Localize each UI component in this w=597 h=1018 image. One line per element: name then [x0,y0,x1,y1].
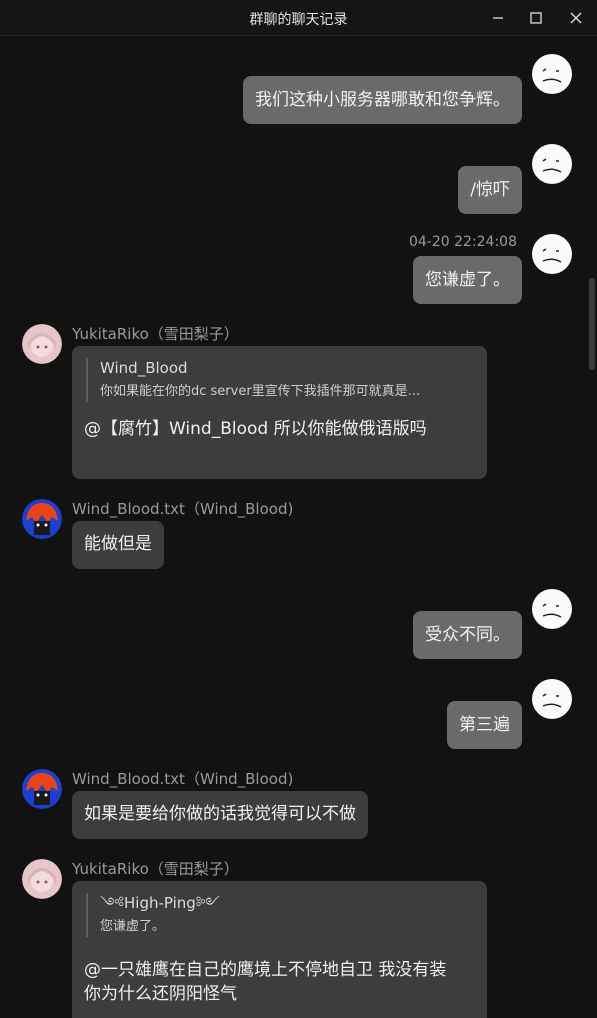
sender-name: Wind_Blood.txt（Wind_Blood) [72,770,294,788]
message-bubble-other[interactable]: 能做但是 [72,521,164,569]
message-bubble-self[interactable]: 第三遍 [447,701,522,749]
message-bubble-self[interactable]: 我们这种小服务器哪敢和您争辉。 [243,76,522,124]
self-avatar[interactable] [532,144,572,184]
message-text: /惊吓 [470,180,510,200]
message-text: 受众不同。 [425,625,510,645]
quoted-message[interactable]: Wind_Blood 你如果能在你的dc server里宣传下我插件那可就真是.… [86,358,475,402]
scrollbar[interactable] [589,36,595,1018]
message-text: 如果是要给你做的话我觉得可以不做 [84,804,356,824]
quote-author: Wind_Blood [100,359,188,377]
quote-text: 你如果能在你的dc server里宣传下我插件那可就真是... [100,384,421,399]
sad-face-icon [532,234,572,274]
message-text: @一只雄鹰在自己的鹰境上不停地自卫 我没有装 [84,960,447,980]
sender-name: YukitaRiko（雪田梨子） [72,325,239,343]
scrollbar-thumb[interactable] [589,278,595,370]
self-avatar[interactable] [532,589,572,629]
self-avatar[interactable] [532,54,572,94]
sad-face-icon [532,54,572,94]
red-hair-character-avatar-icon [22,769,62,809]
message-text: 您谦虚了。 [425,270,510,290]
user-avatar-yukitariko[interactable] [22,859,62,899]
quote-author: ༺High-Ping༻ [100,894,220,912]
message-timestamp: 04-20 22:24:08 [408,234,517,250]
message-bubble-other[interactable]: ༺High-Ping༻ 您谦虚了。 @一只雄鹰在自己的鹰境上不停地自卫 我没有装… [72,881,487,1018]
message-text: @【腐竹】Wind_Blood 所以你能做俄语版吗 [84,419,427,439]
message-text: 我们这种小服务器哪敢和您争辉。 [255,90,510,110]
minimize-button[interactable] [486,6,510,30]
quote-text: 您谦虚了。 [100,919,166,934]
sad-face-icon [532,589,572,629]
self-avatar[interactable] [532,234,572,274]
message-text: 第三遍 [459,715,510,735]
anime-girl-avatar-icon [22,324,62,364]
sad-face-icon [532,679,572,719]
title-bar: 群聊的聊天记录 [0,0,597,36]
sad-face-icon [532,144,572,184]
quoted-message[interactable]: ༺High-Ping༻ 您谦虚了。 [86,893,475,937]
close-button[interactable] [564,6,588,30]
user-avatar-wind-blood[interactable] [22,769,62,809]
message-bubble-self[interactable]: 受众不同。 [413,611,522,659]
sender-name: Wind_Blood.txt（Wind_Blood) [72,500,294,518]
sender-name: YukitaRiko（雪田梨子） [72,860,239,878]
minimize-icon [493,17,503,19]
anime-girl-avatar-icon [22,859,62,899]
user-avatar-yukitariko[interactable] [22,324,62,364]
message-bubble-other[interactable]: 如果是要给你做的话我觉得可以不做 [72,791,368,839]
red-hair-character-avatar-icon [22,499,62,539]
self-avatar[interactable] [532,679,572,719]
message-bubble-self[interactable]: 您谦虚了。 [413,256,522,304]
maximize-icon [530,12,542,24]
user-avatar-wind-blood[interactable] [22,499,62,539]
message-text: 能做但是 [84,534,152,554]
close-icon [570,12,582,24]
message-bubble-self[interactable]: /惊吓 [458,166,522,214]
message-text-line-2: 你为什么还阴阳怪气 [84,984,237,1004]
message-bubble-other[interactable]: Wind_Blood 你如果能在你的dc server里宣传下我插件那可就真是.… [72,346,487,479]
maximize-button[interactable] [524,6,548,30]
